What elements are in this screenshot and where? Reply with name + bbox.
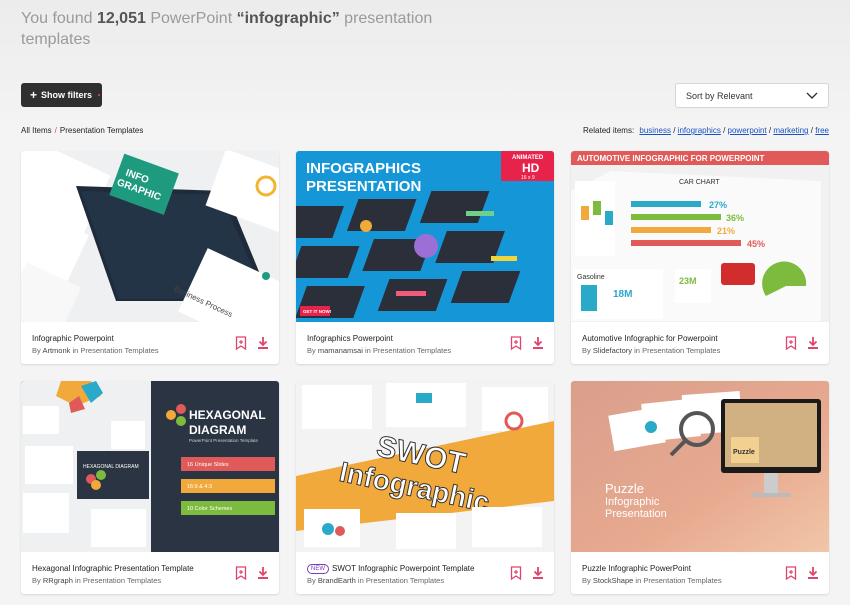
bookmark-add-icon[interactable] <box>235 566 247 580</box>
card-author: By StockShape in Presentation Templates <box>582 576 722 585</box>
svg-text:23M: 23M <box>679 276 697 286</box>
author-link[interactable]: BrandEarth <box>318 576 356 585</box>
template-card[interactable]: INFOGRAPHICS PRESENTATION ANIMATED HD 16… <box>296 151 554 364</box>
download-icon[interactable] <box>257 566 269 580</box>
svg-text:PowerPoint Presentation Templa: PowerPoint Presentation Template <box>189 438 258 443</box>
svg-text:CAR CHART: CAR CHART <box>679 179 720 186</box>
category-link[interactable]: Presentation Templates <box>366 576 444 585</box>
sort-dropdown[interactable]: Sort by Relevant <box>675 83 829 108</box>
template-card[interactable]: INFO GRAPHIC Business Process Infographi… <box>21 151 279 364</box>
svg-text:10 Color Schemes: 10 Color Schemes <box>187 506 232 512</box>
svg-text:Gasoline: Gasoline <box>577 274 605 281</box>
svg-text:Presentation: Presentation <box>605 508 667 520</box>
author-link[interactable]: StockShape <box>593 576 633 585</box>
card-title[interactable]: Puzzle Infographic PowerPoint <box>582 564 772 573</box>
new-badge: NEW <box>307 564 329 574</box>
category-link[interactable]: Presentation Templates <box>80 346 158 355</box>
card-author: By BrandEarth in Presentation Templates <box>307 576 445 585</box>
svg-text:PRESENTATION: PRESENTATION <box>306 178 421 195</box>
author-link[interactable]: RRgraph <box>43 576 73 585</box>
svg-text:Puzzle: Puzzle <box>605 481 644 496</box>
svg-text:45%: 45% <box>747 239 765 249</box>
card-title[interactable]: Infographics Powerpoint <box>307 334 497 343</box>
thumbnail-infographics-powerpoint[interactable]: INFOGRAPHICS PRESENTATION ANIMATED HD 16… <box>296 151 554 322</box>
chevron-down-icon <box>806 92 818 99</box>
related-link-powerpoint[interactable]: powerpoint <box>728 126 767 135</box>
thumbnail-swot-infographic[interactable]: SWOT Infographic <box>296 381 554 552</box>
download-icon[interactable] <box>257 336 269 350</box>
card-author: By Slidefactory in Presentation Template… <box>582 346 721 355</box>
svg-text:INFOGRAPHICS: INFOGRAPHICS <box>306 160 421 177</box>
result-count: 12,051 <box>96 10 146 27</box>
author-link[interactable]: Slidefactory <box>593 346 632 355</box>
category-link[interactable]: Presentation Templates <box>83 576 161 585</box>
related-items: Related items: business / infographics /… <box>583 126 829 135</box>
results-headline: You found 12,051 PowerPoint “infographic… <box>21 10 433 48</box>
template-card[interactable]: HEXAGONAL DIAGRAM HEXAGONAL DIAGRAM Powe… <box>21 381 279 594</box>
download-icon[interactable] <box>532 336 544 350</box>
bookmark-add-icon[interactable] <box>235 336 247 350</box>
related-link-free[interactable]: free <box>815 126 829 135</box>
svg-text:AUTOMOTIVE INFOGRAPHIC FOR POW: AUTOMOTIVE INFOGRAPHIC FOR POWERPOINT <box>577 154 765 163</box>
breadcrumb-current[interactable]: Presentation Templates <box>60 126 143 135</box>
svg-text:16:9 & 4:3: 16:9 & 4:3 <box>187 484 212 490</box>
svg-text:Puzzle: Puzzle <box>733 449 755 456</box>
svg-text:18M: 18M <box>613 289 632 300</box>
show-filters-button[interactable]: + Show filters <box>21 83 102 107</box>
plus-icon: + <box>30 88 38 102</box>
card-author: By RRgraph in Presentation Templates <box>32 576 162 585</box>
svg-text:GET IT NOW!: GET IT NOW! <box>303 309 332 314</box>
card-title[interactable]: Infographic Powerpoint <box>32 334 222 343</box>
category-link[interactable]: Presentation Templates <box>373 346 451 355</box>
breadcrumb-all-items[interactable]: All Items <box>21 126 52 135</box>
bookmark-add-icon[interactable] <box>785 336 797 350</box>
filter-indicator-dot <box>98 94 101 96</box>
svg-text:16 x 9: 16 x 9 <box>521 175 535 181</box>
related-link-business[interactable]: business <box>639 126 671 135</box>
author-link[interactable]: Artmonk <box>42 346 70 355</box>
related-link-infographics[interactable]: infographics <box>678 126 721 135</box>
bookmark-add-icon[interactable] <box>510 336 522 350</box>
svg-text:21%: 21% <box>717 226 735 236</box>
svg-text:Infographic: Infographic <box>605 496 660 508</box>
svg-text:36%: 36% <box>726 213 744 223</box>
thumbnail-puzzle-infographic[interactable]: Puzzle Puzzle Infographic Presentation <box>571 381 829 552</box>
card-title[interactable]: NEW SWOT Infographic Powerpoint Template <box>307 564 497 574</box>
thumbnail-infographic-powerpoint[interactable]: INFO GRAPHIC Business Process <box>21 151 279 322</box>
card-title[interactable]: Hexagonal Infographic Presentation Templ… <box>32 564 222 573</box>
related-link-marketing[interactable]: marketing <box>773 126 808 135</box>
svg-text:HD: HD <box>522 161 540 175</box>
download-icon[interactable] <box>807 566 819 580</box>
bookmark-add-icon[interactable] <box>785 566 797 580</box>
thumbnail-hexagonal-infographic[interactable]: HEXAGONAL DIAGRAM HEXAGONAL DIAGRAM Powe… <box>21 381 279 552</box>
svg-text:16 Unique Slides: 16 Unique Slides <box>187 462 229 468</box>
card-author: By Artmonk in Presentation Templates <box>32 346 159 355</box>
svg-text:DIAGRAM: DIAGRAM <box>189 423 246 437</box>
svg-text:27%: 27% <box>709 200 727 210</box>
svg-text:HEXAGONAL DIAGRAM: HEXAGONAL DIAGRAM <box>83 464 139 470</box>
template-card[interactable]: SWOT Infographic NEW SWOT Infographic Pow… <box>296 381 554 594</box>
download-icon[interactable] <box>807 336 819 350</box>
category-link[interactable]: Presentation Templates <box>643 576 721 585</box>
template-card[interactable]: AUTOMOTIVE INFOGRAPHIC FOR POWERPOINT CA… <box>571 151 829 364</box>
template-card[interactable]: Puzzle Puzzle Infographic Presentation P… <box>571 381 829 594</box>
bookmark-add-icon[interactable] <box>510 566 522 580</box>
svg-text:HEXAGONAL: HEXAGONAL <box>189 408 266 422</box>
breadcrumb: All Items / Presentation Templates <box>21 126 144 135</box>
download-icon[interactable] <box>532 566 544 580</box>
category-link[interactable]: Presentation Templates <box>642 346 720 355</box>
search-query: “infographic” <box>236 10 340 27</box>
author-link[interactable]: mamanamsai <box>318 346 363 355</box>
card-title[interactable]: Automotive Infographic for Powerpoint <box>582 334 772 343</box>
thumbnail-automotive-infographic[interactable]: AUTOMOTIVE INFOGRAPHIC FOR POWERPOINT CA… <box>571 151 829 322</box>
card-author: By mamanamsai in Presentation Templates <box>307 346 452 355</box>
